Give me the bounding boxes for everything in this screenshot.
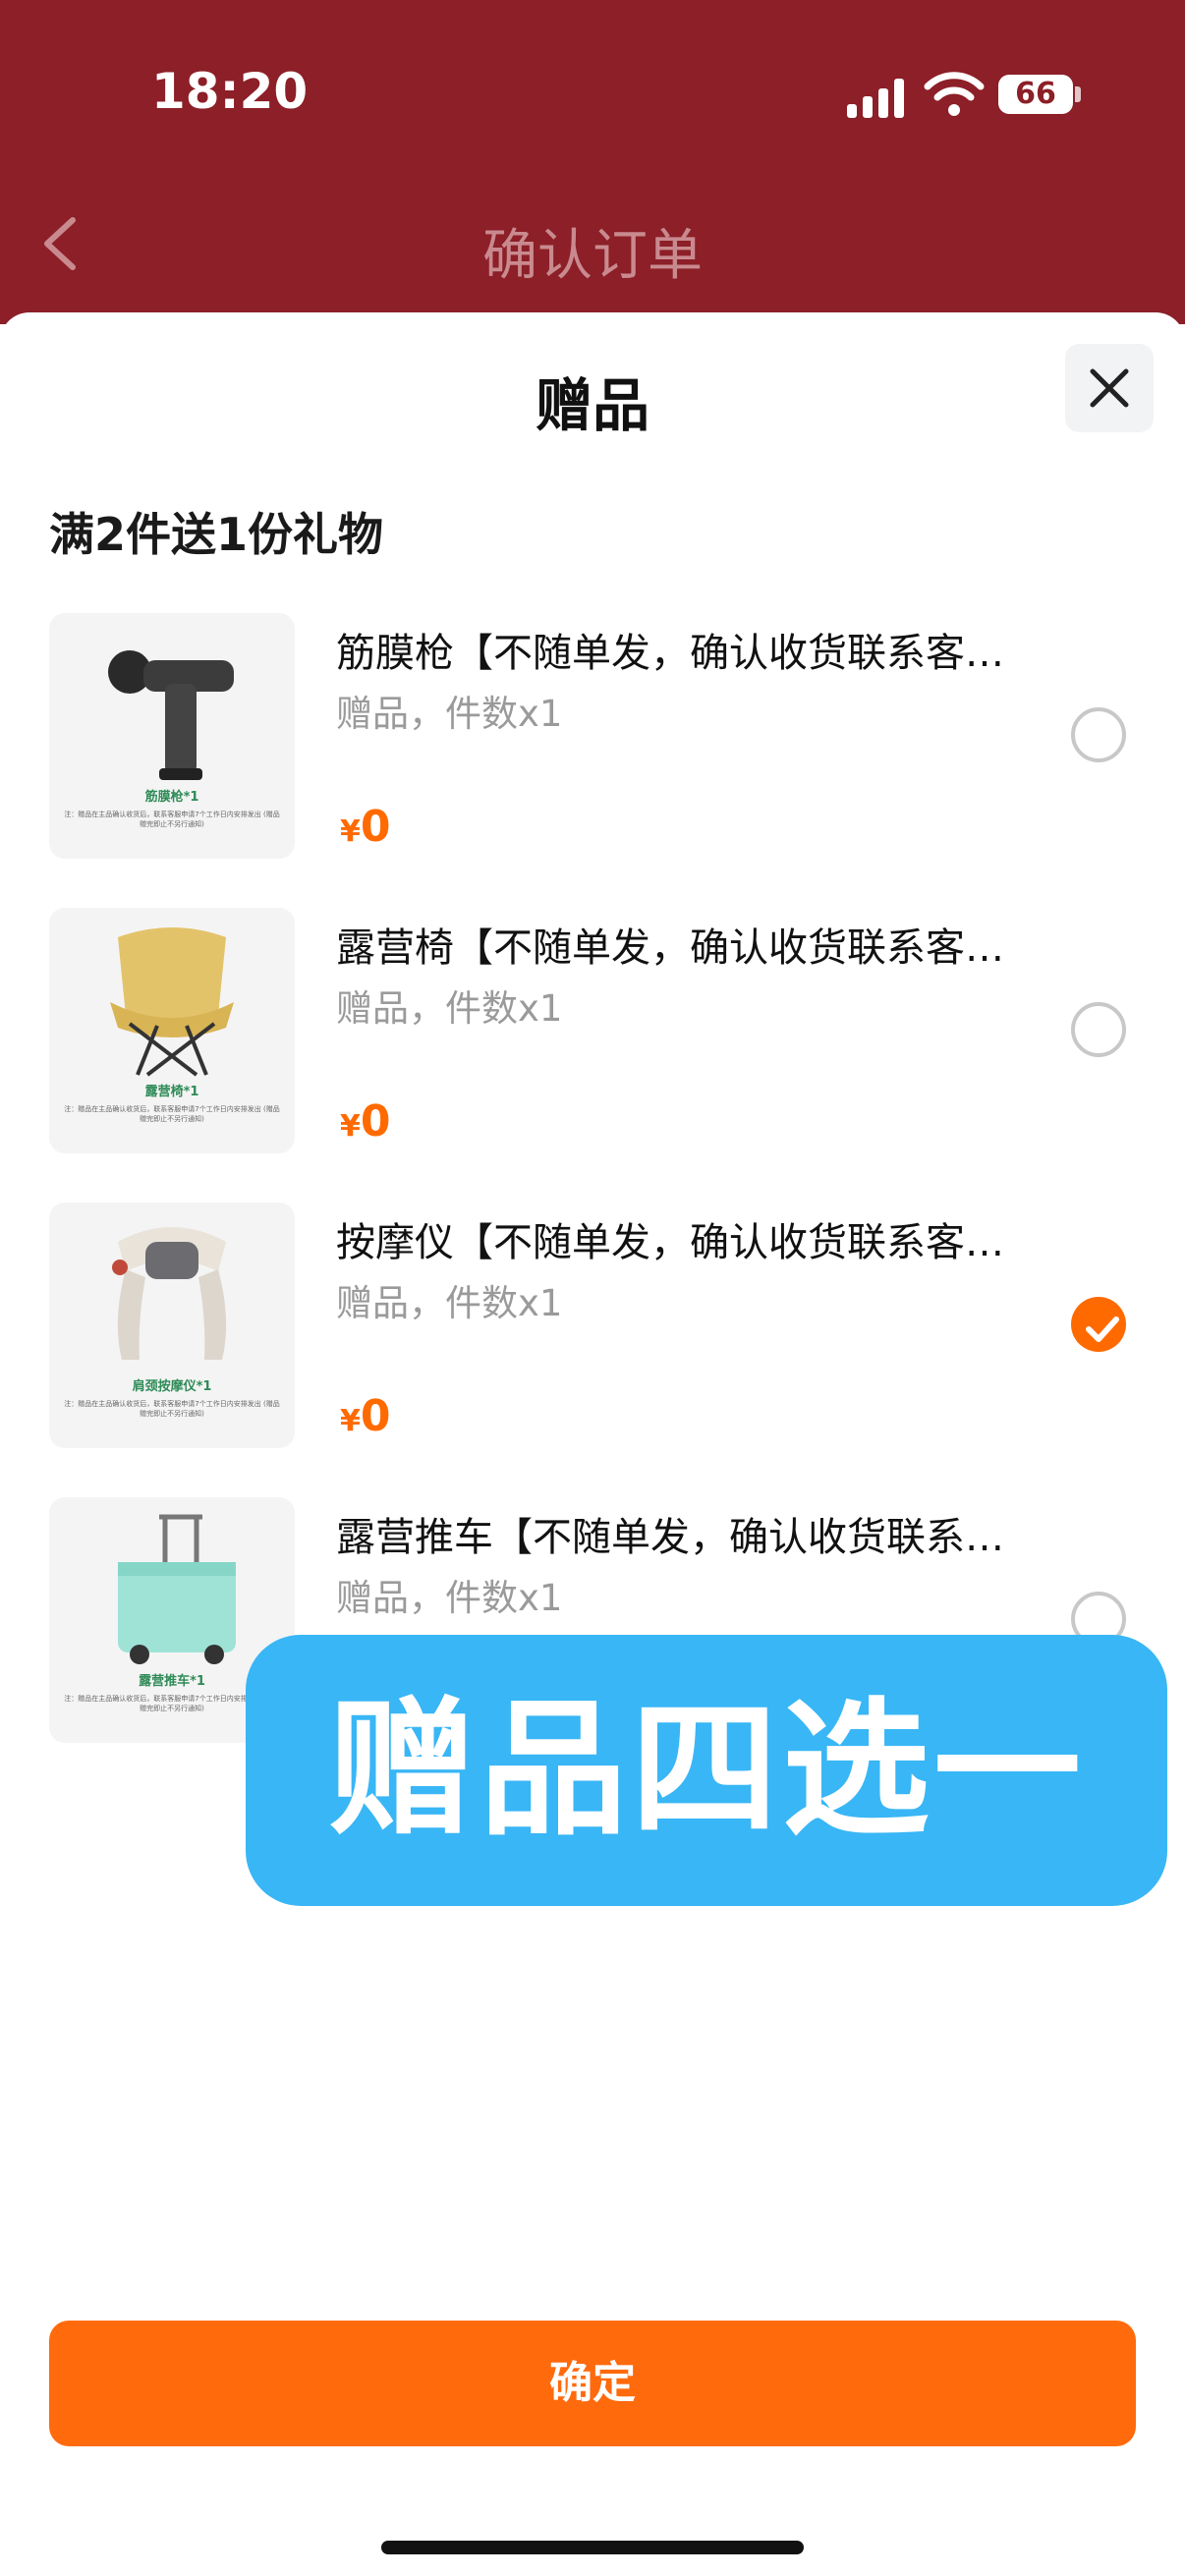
- status-time: 18:20: [151, 63, 309, 120]
- cellular-signal-icon: [847, 73, 908, 118]
- promotion-rule: 满2件送1份礼物: [49, 508, 384, 561]
- select-radio-checked[interactable]: [1071, 1297, 1126, 1352]
- confirm-button[interactable]: 确定: [49, 2321, 1136, 2446]
- close-icon: [1090, 368, 1129, 408]
- select-radio[interactable]: [1071, 707, 1126, 762]
- thumbnail-label: 露营椅*1: [144, 1085, 199, 1099]
- gift-name: 露营椅【不随单发，确认收货联系客…: [336, 925, 1004, 971]
- gift-price: ¥0: [340, 1391, 391, 1441]
- thumbnail-label: 肩颈按摩仪*1: [132, 1379, 212, 1394]
- thumbnail-note: 注：赠品在主品确认收货后，联系客服申请7个工作日内安排发出 (赠品赠完即止不另行…: [64, 1400, 280, 1418]
- gift-name: 露营推车【不随单发，确认收货联系…: [336, 1515, 1004, 1560]
- gift-spec: 赠品，件数x1: [336, 693, 563, 735]
- currency-symbol: ¥: [340, 814, 361, 849]
- gift-spec: 赠品，件数x1: [336, 987, 563, 1030]
- thumbnail-note: 注：赠品在主品确认收货后，联系客服申请7个工作日内安排发出 (赠品赠完即止不另行…: [64, 811, 280, 828]
- price-value: 0: [360, 802, 391, 852]
- gift-item[interactable]: 筋膜枪*1 注：赠品在主品确认收货后，联系客服申请7个工作日内安排发出 (赠品赠…: [0, 613, 1185, 908]
- product-thumbnail: 露营椅*1 注：赠品在主品确认收货后，联系客服申请7个工作日内安排发出 (赠品赠…: [49, 908, 295, 1153]
- gift-name: 筋膜枪【不随单发，确认收货联系客…: [336, 631, 1004, 676]
- overlay-banner: 赠品四选一: [246, 1635, 1167, 1906]
- gift-selection-sheet: 赠品 满2件送1份礼物 筋膜枪*1 注：赠品在主品确认收货后，联系客服申请7个工…: [0, 312, 1185, 2576]
- checkmark-icon: [1086, 1316, 1119, 1342]
- select-radio[interactable]: [1071, 1002, 1126, 1057]
- gift-spec: 赠品，件数x1: [336, 1282, 563, 1324]
- close-button[interactable]: [1065, 344, 1154, 432]
- gift-name: 按摩仪【不随单发，确认收货联系客…: [336, 1220, 1004, 1265]
- gift-item[interactable]: 肩颈按摩仪*1 注：赠品在主品确认收货后，联系客服申请7个工作日内安排发出 (赠…: [0, 1203, 1185, 1497]
- page-title: 确认订单: [482, 224, 703, 288]
- wifi-icon: [924, 72, 985, 116]
- battery-tip: [1075, 86, 1081, 102]
- currency-symbol: ¥: [340, 1109, 361, 1144]
- gift-spec: 赠品，件数x1: [336, 1577, 563, 1619]
- sheet-title: 赠品: [535, 372, 649, 439]
- home-indicator: [381, 2541, 804, 2554]
- gift-price: ¥0: [340, 1096, 391, 1147]
- thumbnail-note: 注：赠品在主品确认收货后，联系客服申请7个工作日内安排发出 (赠品赠完即止不另行…: [64, 1105, 280, 1123]
- currency-symbol: ¥: [340, 1404, 361, 1438]
- battery-icon: 66: [998, 75, 1073, 114]
- gift-price: ¥0: [340, 802, 391, 852]
- price-value: 0: [360, 1391, 391, 1441]
- product-thumbnail: 筋膜枪*1 注：赠品在主品确认收货后，联系客服申请7个工作日内安排发出 (赠品赠…: [49, 613, 295, 859]
- gift-item[interactable]: 露营椅*1 注：赠品在主品确认收货后，联系客服申请7个工作日内安排发出 (赠品赠…: [0, 908, 1185, 1203]
- thumbnail-label: 筋膜枪*1: [144, 790, 199, 805]
- product-thumbnail: 肩颈按摩仪*1 注：赠品在主品确认收货后，联系客服申请7个工作日内安排发出 (赠…: [49, 1203, 295, 1448]
- price-value: 0: [360, 1096, 391, 1147]
